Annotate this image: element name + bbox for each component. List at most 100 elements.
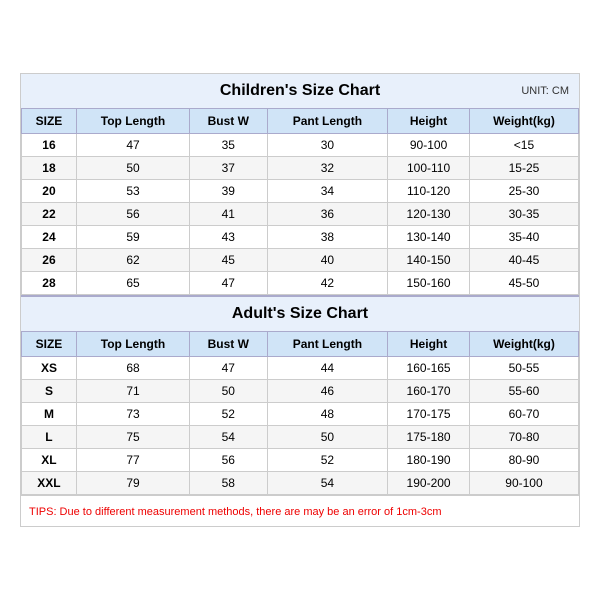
table-cell: 48 — [267, 403, 388, 426]
table-row: 26624540140-15040-45 — [22, 249, 579, 272]
table-row: XS684744160-16550-55 — [22, 357, 579, 380]
children-col-size: SIZE — [22, 109, 77, 134]
table-cell: 53 — [76, 180, 189, 203]
table-cell: 30-35 — [469, 203, 578, 226]
table-cell: 15-25 — [469, 157, 578, 180]
table-row: 24594338130-14035-40 — [22, 226, 579, 249]
children-title-row: Children's Size Chart UNIT: CM — [21, 74, 579, 108]
table-cell: 150-160 — [388, 272, 470, 295]
adult-title-row: Adult's Size Chart — [21, 295, 579, 331]
unit-label: UNIT: CM — [521, 85, 569, 97]
table-cell: 170-175 — [388, 403, 470, 426]
table-cell: 120-130 — [388, 203, 470, 226]
table-cell: 56 — [76, 203, 189, 226]
table-cell: 160-165 — [388, 357, 470, 380]
table-row: S715046160-17055-60 — [22, 380, 579, 403]
table-cell: 43 — [190, 226, 268, 249]
table-cell: 36 — [267, 203, 388, 226]
table-cell: 52 — [267, 449, 388, 472]
adult-chart-title: Adult's Size Chart — [232, 305, 368, 323]
table-cell: 16 — [22, 134, 77, 157]
table-cell: 180-190 — [388, 449, 470, 472]
table-cell: 47 — [190, 357, 268, 380]
children-header-row: SIZE Top Length Bust W Pant Length Heigh… — [22, 109, 579, 134]
table-cell: 26 — [22, 249, 77, 272]
table-row: 18503732100-11015-25 — [22, 157, 579, 180]
table-cell: 110-120 — [388, 180, 470, 203]
table-cell: 140-150 — [388, 249, 470, 272]
children-col-weight: Weight(kg) — [469, 109, 578, 134]
table-cell: 77 — [76, 449, 189, 472]
table-cell: 52 — [190, 403, 268, 426]
table-row: XL775652180-19080-90 — [22, 449, 579, 472]
table-cell: 50 — [76, 157, 189, 180]
table-cell: 45 — [190, 249, 268, 272]
table-cell: 38 — [267, 226, 388, 249]
table-row: 1647353090-100<15 — [22, 134, 579, 157]
table-cell: 100-110 — [388, 157, 470, 180]
table-cell: 47 — [190, 272, 268, 295]
table-cell: 90-100 — [388, 134, 470, 157]
table-row: 22564136120-13030-35 — [22, 203, 579, 226]
table-cell: M — [22, 403, 77, 426]
table-cell: XXL — [22, 472, 77, 495]
table-cell: 18 — [22, 157, 77, 180]
table-cell: 190-200 — [388, 472, 470, 495]
table-cell: 42 — [267, 272, 388, 295]
table-cell: 50 — [190, 380, 268, 403]
tips-row: TIPS: Due to different measurement metho… — [21, 495, 579, 526]
children-col-top-length: Top Length — [76, 109, 189, 134]
size-chart-container: Children's Size Chart UNIT: CM SIZE Top … — [20, 73, 580, 527]
children-col-height: Height — [388, 109, 470, 134]
children-col-bust-w: Bust W — [190, 109, 268, 134]
adult-col-bust-w: Bust W — [190, 332, 268, 357]
table-cell: 160-170 — [388, 380, 470, 403]
table-cell: <15 — [469, 134, 578, 157]
table-cell: 80-90 — [469, 449, 578, 472]
table-cell: 40 — [267, 249, 388, 272]
adult-header-row: SIZE Top Length Bust W Pant Length Heigh… — [22, 332, 579, 357]
table-cell: 39 — [190, 180, 268, 203]
tips-text: TIPS: Due to different measurement metho… — [29, 506, 441, 518]
table-cell: 68 — [76, 357, 189, 380]
adult-col-weight: Weight(kg) — [469, 332, 578, 357]
table-cell: 71 — [76, 380, 189, 403]
table-cell: 45-50 — [469, 272, 578, 295]
table-cell: 58 — [190, 472, 268, 495]
table-cell: 65 — [76, 272, 189, 295]
table-cell: 37 — [190, 157, 268, 180]
table-cell: 175-180 — [388, 426, 470, 449]
table-cell: 54 — [267, 472, 388, 495]
table-cell: 34 — [267, 180, 388, 203]
table-cell: 41 — [190, 203, 268, 226]
adult-table: SIZE Top Length Bust W Pant Length Heigh… — [21, 331, 579, 495]
table-cell: 60-70 — [469, 403, 578, 426]
children-chart-title: Children's Size Chart — [220, 82, 380, 100]
table-cell: 73 — [76, 403, 189, 426]
table-cell: 46 — [267, 380, 388, 403]
table-cell: 32 — [267, 157, 388, 180]
table-row: XXL795854190-20090-100 — [22, 472, 579, 495]
adult-col-pant-length: Pant Length — [267, 332, 388, 357]
table-cell: 130-140 — [388, 226, 470, 249]
children-col-pant-length: Pant Length — [267, 109, 388, 134]
table-cell: 55-60 — [469, 380, 578, 403]
table-cell: 47 — [76, 134, 189, 157]
table-cell: 62 — [76, 249, 189, 272]
adult-col-height: Height — [388, 332, 470, 357]
table-cell: S — [22, 380, 77, 403]
table-cell: 30 — [267, 134, 388, 157]
adult-col-top-length: Top Length — [76, 332, 189, 357]
table-cell: 28 — [22, 272, 77, 295]
table-cell: 35 — [190, 134, 268, 157]
table-cell: 22 — [22, 203, 77, 226]
adult-col-size: SIZE — [22, 332, 77, 357]
table-cell: 35-40 — [469, 226, 578, 249]
table-row: 20533934110-12025-30 — [22, 180, 579, 203]
table-cell: 40-45 — [469, 249, 578, 272]
table-cell: XS — [22, 357, 77, 380]
table-cell: 59 — [76, 226, 189, 249]
table-cell: 79 — [76, 472, 189, 495]
table-row: 28654742150-16045-50 — [22, 272, 579, 295]
table-cell: 75 — [76, 426, 189, 449]
